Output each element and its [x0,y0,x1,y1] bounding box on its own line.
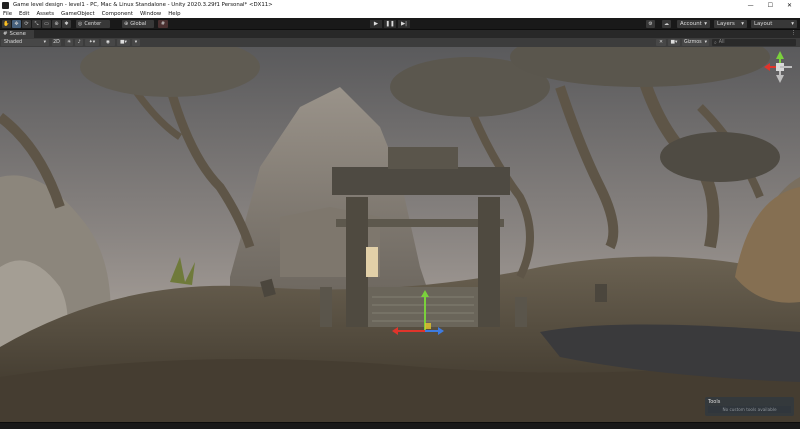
2d-label: 2D [53,40,60,45]
chevron-down-icon: ▾ [741,21,744,27]
layers-label: Layers [717,21,735,27]
2d-toggle[interactable]: 2D [52,39,61,46]
component-editor-tools-button[interactable]: ▾ [132,39,140,46]
tools-overlay-empty-text: No custom tools available [708,406,791,413]
grid-snap-icon: # [160,21,166,27]
step-icon: ▶| [400,21,408,27]
rotate-icon: ⟳ [24,21,29,27]
rotate-tool-button[interactable]: ⟳ [22,20,31,28]
hidden-objects-toggle[interactable]: ◉ [101,39,115,46]
account-dropdown[interactable]: Account ▾ [677,20,710,28]
chevron-down-icon: ▾ [704,40,707,45]
window-title: Game level design - level1 - PC, Mac & L… [13,2,273,8]
menu-help[interactable]: Help [168,11,180,17]
tools-icon: ▾ [134,40,138,45]
cloud-button[interactable]: ☁ [662,20,671,28]
gizmos-label: Gizmos [684,40,702,45]
pivot-space-label: Global [130,21,147,27]
search-icon: ⌕ [714,40,717,46]
eye-icon: ◉ [105,40,111,45]
menu-bar: File Edit Assets GameObject Component Wi… [0,10,800,18]
camera-icon: ■▾ [670,40,678,45]
pivot-icon: ◎ [78,21,83,27]
close-button[interactable]: ✕ [787,2,792,9]
chevron-down-icon: ▾ [791,21,794,27]
audio-toggle[interactable]: ♪ [75,39,83,46]
effects-icon: ✦▾ [88,40,96,45]
effects-dropdown[interactable]: ✦▾ [85,39,99,46]
collab-icon: ⚙ [648,21,653,27]
layout-label: Layout [754,21,773,27]
window-controls: — ☐ ✕ [748,2,800,9]
tools-overlay-title: Tools [708,399,721,405]
hand-tool-button[interactable]: ✋ [2,20,11,28]
custom-tool-icon: ✱ [64,21,69,27]
gizmos-dropdown[interactable]: Gizmos ▾ [682,39,709,46]
scene-viewport[interactable]: Tools No custom tools available [0,47,800,422]
tab-scene[interactable]: # Scene [0,30,34,38]
search-placeholder: All [718,40,725,45]
globe-icon: ⊕ [124,21,129,27]
pivot-space-button[interactable]: ⊕ Global [122,20,154,28]
play-icon: ▶ [373,21,379,27]
scene-grid-icon: # [3,31,8,37]
tab-scene-label: Scene [9,31,26,37]
menu-file[interactable]: File [3,11,12,17]
tools-overlay[interactable]: Tools No custom tools available [705,397,794,416]
menu-window[interactable]: Window [140,11,161,17]
hand-icon: ✋ [3,21,10,27]
cloud-icon: ☁ [664,21,669,27]
scene-search-input[interactable]: ⌕ All [712,39,796,46]
tab-menu-icon[interactable]: ⋮ [791,30,796,36]
layers-dropdown[interactable]: Layers ▾ [714,20,747,28]
unity-logo-icon [2,1,9,9]
pivot-mode-label: Center [84,21,102,27]
menu-edit[interactable]: Edit [19,11,29,17]
pivot-mode-button[interactable]: ◎ Center [76,20,110,28]
maximize-button[interactable]: ☐ [768,2,773,9]
shading-mode-dropdown[interactable]: Shaded ▾ [1,39,49,46]
transform-tool-button[interactable]: ⊕ [52,20,61,28]
move-tool-button[interactable]: ✥ [12,20,21,28]
custom-tool-button[interactable]: ✱ [62,20,71,28]
camera-settings-dropdown[interactable]: ■▾ [117,39,130,46]
scene-render [0,47,800,422]
layout-dropdown[interactable]: Layout ▾ [751,20,797,28]
scale-tool-button[interactable]: ⤡ [32,20,41,28]
menu-assets[interactable]: Assets [36,11,54,17]
shading-mode-label: Shaded [4,40,23,45]
scale-icon: ⤡ [34,21,39,27]
pause-button[interactable]: ❚❚ [384,20,396,28]
transform-icon: ⊕ [54,21,59,27]
account-label: Account [680,21,702,27]
main-toolbar: ✋ ✥ ⟳ ⤡ ▭ ⊕ ✱ ◎ Center ⊕ Global # ▶ ❚❚ ▶… [0,18,800,30]
chevron-down-icon: ▾ [704,21,707,27]
status-bar [0,422,800,429]
scene-visibility-toggle[interactable]: ✕ [656,39,666,46]
scene-tab-bar: # Scene ⋮ [0,30,800,38]
title-bar: Game level design - level1 - PC, Mac & L… [0,0,800,10]
camera-icon: ■▾ [120,40,127,45]
minimize-button[interactable]: — [748,2,754,9]
menu-component[interactable]: Component [102,11,133,17]
audio-icon: ♪ [77,40,81,45]
pause-icon: ❚❚ [385,21,395,27]
crossed-tools-icon: ✕ [658,40,664,45]
move-icon: ✥ [14,21,19,27]
lighting-toggle[interactable]: ☀ [65,39,73,46]
collab-button[interactable]: ⚙ [646,20,655,28]
menu-gameobject[interactable]: GameObject [61,11,95,17]
light-icon: ☀ [66,40,72,45]
chevron-down-icon: ▾ [43,40,46,45]
play-button[interactable]: ▶ [370,20,382,28]
scene-toolbar: Shaded ▾ 2D ☀ ♪ ✦▾ ◉ ■▾ ▾ ✕ ■▾ Gizmos ▾ … [0,38,800,47]
rect-tool-button[interactable]: ▭ [42,20,51,28]
step-button[interactable]: ▶| [398,20,410,28]
rect-icon: ▭ [44,21,49,27]
scene-camera-dropdown[interactable]: ■▾ [668,39,680,46]
snap-settings-button[interactable]: # [158,20,168,28]
